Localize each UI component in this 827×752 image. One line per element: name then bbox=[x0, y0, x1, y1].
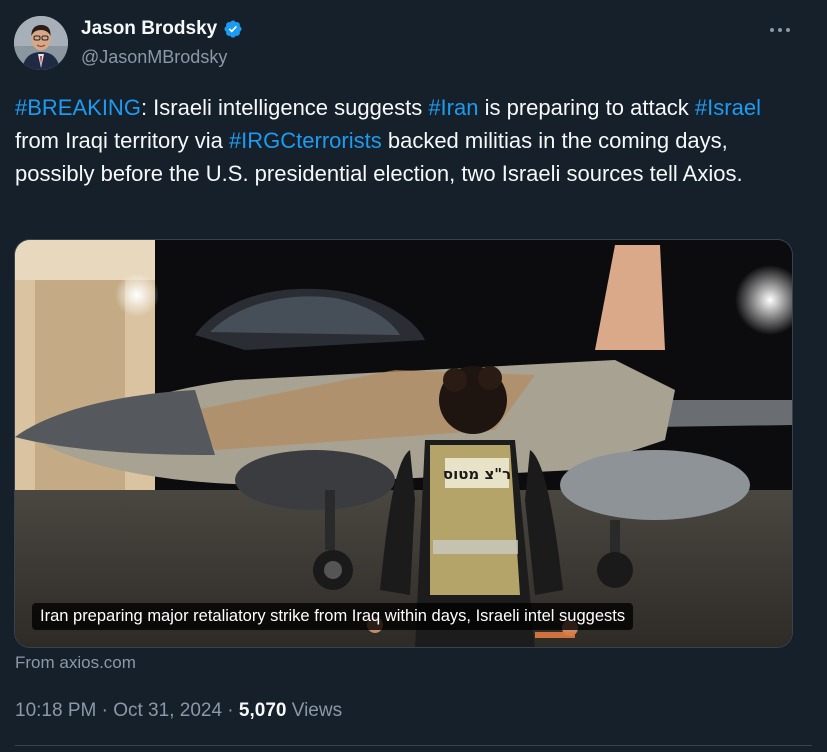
author-handle[interactable]: @JasonMBrodsky bbox=[81, 47, 227, 68]
avatar[interactable] bbox=[14, 16, 68, 70]
link-card-image[interactable]: ר"צ מטוס bbox=[14, 239, 793, 648]
tweet-card[interactable]: Jason Brodsky @JasonMBrodsky #BREAKING: … bbox=[0, 0, 827, 752]
link-source[interactable]: From axios.com bbox=[15, 653, 136, 673]
tweet-text: #BREAKING: Israeli intelligence suggests… bbox=[15, 91, 805, 190]
avatar-image bbox=[14, 16, 68, 70]
hashtag-breaking[interactable]: #BREAKING bbox=[15, 95, 141, 120]
more-options-icon bbox=[770, 28, 790, 32]
verified-badge-icon[interactable] bbox=[223, 19, 243, 39]
views-label: Views bbox=[291, 700, 343, 721]
tweet-text-segment: : Israeli intelligence suggests bbox=[140, 95, 429, 120]
link-card-caption[interactable]: Iran preparing major retaliatory strike … bbox=[32, 603, 634, 630]
tweet-time[interactable]: 10:18 PM bbox=[15, 700, 96, 721]
hashtag-iran[interactable]: #Iran bbox=[428, 95, 478, 120]
author-name[interactable]: Jason Brodsky bbox=[81, 18, 217, 40]
tweet-date[interactable]: Oct 31, 2024 bbox=[113, 700, 222, 721]
hashtag-israel[interactable]: #Israel bbox=[695, 95, 761, 120]
tweet-text-segment: from Iraqi territory via bbox=[15, 128, 229, 153]
meta-separator: · bbox=[227, 700, 234, 721]
views-count: 5,070 bbox=[238, 700, 287, 721]
tweet-metadata: 10:18 PM · Oct 31, 2024 · 5,070 Views bbox=[15, 700, 342, 722]
hashtag-irgcterrorists[interactable]: #IRGCterrorists bbox=[229, 128, 382, 153]
meta-separator: · bbox=[101, 700, 108, 721]
tweet-text-segment: is preparing to attack bbox=[478, 95, 695, 120]
more-options-button[interactable] bbox=[767, 20, 793, 40]
divider bbox=[15, 745, 812, 746]
fighter-jet-photo: ר"צ מטוס bbox=[15, 240, 792, 647]
vest-label: ר"צ מטוס bbox=[443, 465, 511, 483]
